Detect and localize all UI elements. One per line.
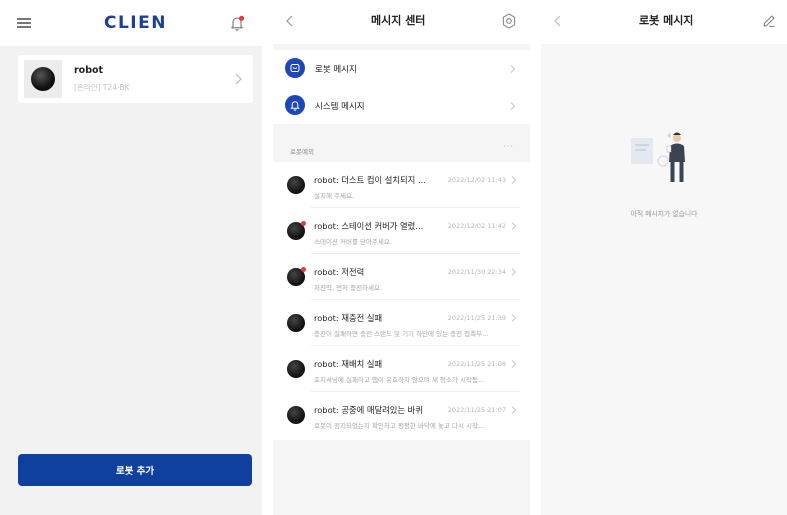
robot-avatar [287,360,305,378]
robot-messages-screen: 로봇 메시지 아직 메시지가 없습니다 [541,0,787,515]
unread-dot [301,267,306,272]
message-title: robot: 재충전 실패 [314,313,383,323]
robot-avatar [287,314,305,332]
add-robot-button[interactable]: 로봇 추가 [18,454,252,486]
list-item[interactable]: robot: 재충전 실패 충전이 실패하면 충전 스탠드 및 기기 하단에 있… [273,300,530,346]
chevron-right-icon [511,360,517,368]
robot-messages-header: 로봇 메시지 [541,0,787,44]
message-time: 2022/12/02 11:43 [447,176,506,184]
chevron-right-icon [510,102,516,110]
list-item[interactable]: robot: 더스트 컵이 설치되지 ... 설치해 주세요. 2022/12/… [273,162,530,208]
robot-status: [온라인] T24-BK [74,83,130,92]
message-time: 2022/11/30 22:34 [447,268,506,276]
message-subtitle: 스테이션 커버를 닫아주세요. [314,238,392,246]
page-title: 로봇 메시지 [639,14,694,27]
category-system-messages[interactable]: 시스템 메시지 [273,87,530,124]
message-title: robot: 더스트 컵이 설치되지 ... [314,175,426,185]
chevron-right-icon [511,406,517,414]
list-item[interactable]: robot: 스테이션 커버가 열렸... 스테이션 커버를 닫아주세요. 20… [273,208,530,254]
category-label: 로봇 메시지 [315,65,357,75]
notification-bell-icon[interactable] [228,14,246,32]
back-arrow-icon[interactable] [553,14,563,28]
message-subtitle: 저전력, 먼저 충전하세요. [314,284,383,292]
bell-icon [285,95,305,115]
section-title: 로봇예외 [290,148,314,156]
robot-thumbnail [24,60,62,98]
gear-icon[interactable] [500,12,518,30]
page-title: 메시지 센터 [371,14,426,27]
list-item[interactable]: robot: 공중에 매달려있는 바퀴 로봇이 정지되었는지 확인하고 평평한 … [273,392,530,438]
message-time: 2022/11/25 21:07 [447,406,506,414]
more-options-button[interactable]: ··· [503,142,514,151]
chevron-right-icon [235,73,242,85]
robot-avatar [287,176,305,194]
list-item[interactable]: robot: 재배치 실패 포지셔닝에 실패하고 맵이 유효하지 않으며 새 청… [273,346,530,392]
unread-dot [301,221,306,226]
message-time: 2022/12/02 11:42 [447,222,506,230]
chevron-right-icon [511,222,517,230]
message-subtitle: 충전이 실패하면 충전 스탠드 및 기기 하단에 있는 충전 접촉부... [314,330,489,338]
robot-avatar [287,406,305,424]
message-category-list: 로봇 메시지 시스템 메시지 [273,50,530,124]
message-title: robot: 재배치 실패 [314,359,383,369]
robot-card[interactable]: robot [온라인] T24-BK [18,55,253,103]
home-screen: CLIEN robot [온라인] T24-BK 로봇 추가 [0,0,262,515]
notification-badge [239,15,245,21]
message-time: 2022/11/25 21:08 [447,360,506,368]
chevron-right-icon [511,176,517,184]
empty-state-illustration [631,132,685,182]
message-subtitle: 설치해 주세요. [314,192,355,200]
message-title: robot: 저전력 [314,267,365,277]
app-logo: CLIEN [104,13,167,33]
menu-icon[interactable] [17,18,31,28]
robot-icon [285,58,305,78]
robot-exception-section-header: 로봇예외 ··· [273,134,530,162]
category-label: 시스템 메시지 [315,102,365,112]
chevron-right-icon [511,314,517,322]
message-center-screen: 메시지 센터 로봇 메시지 시스템 메시지 로봇예외 ··· robot: 더스… [273,0,530,515]
list-item[interactable]: robot: 저전력 저전력, 먼저 충전하세요. 2022/11/30 22:… [273,254,530,300]
message-subtitle: 포지셔닝에 실패하고 맵이 유효하지 않으며 새 청소가 시작됨... [314,376,485,384]
edit-pencil-icon[interactable] [761,13,777,29]
message-title: robot: 스테이션 커버가 열렸... [314,221,424,231]
chevron-right-icon [510,65,516,73]
message-title: robot: 공중에 매달려있는 바퀴 [314,405,423,415]
empty-state-message: 아직 메시지가 없습니다 [630,210,698,218]
back-arrow-icon[interactable] [285,14,295,28]
exception-message-list: robot: 더스트 컵이 설치되지 ... 설치해 주세요. 2022/12/… [273,162,530,440]
chevron-right-icon [511,268,517,276]
home-header: CLIEN [0,0,262,46]
message-subtitle: 로봇이 정지되었는지 확인하고 평평한 바닥에 놓고 다시 시작... [314,422,485,430]
message-time: 2022/11/25 21:39 [447,314,506,322]
message-center-header: 메시지 센터 [273,0,530,44]
category-robot-messages[interactable]: 로봇 메시지 [273,50,530,87]
robot-name: robot [74,65,104,76]
